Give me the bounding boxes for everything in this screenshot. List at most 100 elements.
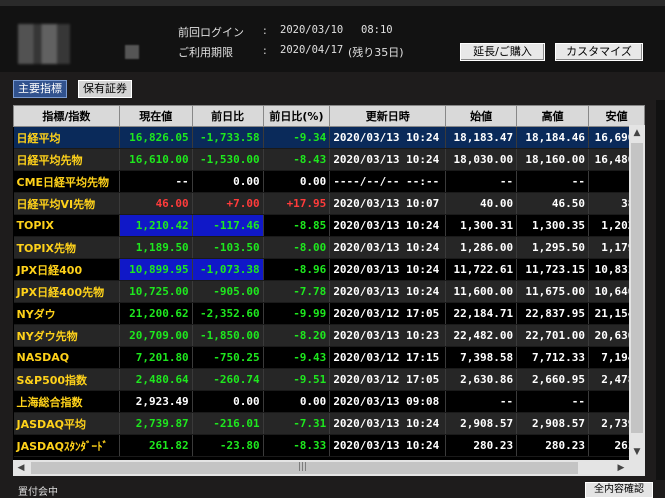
user-name-blurred xyxy=(125,45,139,59)
cell-change: -1,850.00 xyxy=(192,324,264,347)
table-row[interactable]: 日経平均先物 16,610.00 -1,530.00 -8.43 2020/03/13 … xyxy=(13,148,645,171)
cell-price: 10,899.95 xyxy=(119,258,193,281)
scroll-down-icon[interactable]: ▼ xyxy=(629,444,645,460)
scroll-grip-icon: ||| xyxy=(298,462,308,472)
table-row[interactable]: JPX日経400 10,899.95 -1,073.38 -8.96 2020/03/1… xyxy=(13,258,645,281)
scroll-up-icon[interactable]: ▲ xyxy=(629,125,645,141)
cell-price: 1,189.50 xyxy=(119,236,193,259)
expiry-label: ご利用期限 xyxy=(178,46,233,59)
cell-open: -- xyxy=(445,170,518,193)
cell-change-pct: -8.20 xyxy=(263,324,331,347)
column-header-price[interactable]: 現在値 xyxy=(118,105,193,127)
table-row[interactable]: JASDAQ平均 2,739.87 -216.01 -7.31 2020/03/13 1… xyxy=(13,412,645,435)
scroll-right-icon[interactable]: ▶ xyxy=(613,460,629,476)
remaining-days: (残り35日) xyxy=(348,46,404,59)
cell-updated: 2020/03/13 10:23 xyxy=(329,324,447,347)
cell-high: 18,184.46 xyxy=(516,126,589,149)
cell-updated: 2020/03/12 17:15 xyxy=(329,346,447,369)
cell-open: 22,482.00 xyxy=(445,324,518,347)
cell-price: 7,201.80 xyxy=(119,346,193,369)
cell-open: 18,030.00 xyxy=(445,148,518,171)
table-row[interactable]: CME日経平均先物 -- 0.00 0.00 ----/--/-- --:-- -- -- xyxy=(13,170,645,193)
cell-change: -216.01 xyxy=(192,412,264,435)
cell-index-name: TOPIX xyxy=(13,214,120,237)
table-row[interactable]: 日経平均VI先物 46.00 +7.00 +17.95 2020/03/13 10:07… xyxy=(13,192,645,215)
cell-change-pct: -8.96 xyxy=(263,258,331,281)
cell-change-pct: -8.33 xyxy=(263,434,331,457)
tab-major-indices[interactable]: 主要指標 xyxy=(13,80,67,98)
cell-change: -117.46 xyxy=(192,214,264,237)
cell-updated: 2020/03/12 17:05 xyxy=(329,302,447,325)
cell-high: 1,295.50 xyxy=(516,236,589,259)
cell-price: 16,826.05 xyxy=(119,126,193,149)
cell-change-pct: -8.43 xyxy=(263,148,331,171)
cell-price: 16,610.00 xyxy=(119,148,193,171)
cell-updated: 2020/03/13 10:24 xyxy=(329,434,447,457)
customize-button[interactable]: カスタマイズ xyxy=(555,43,643,61)
cell-updated: 2020/03/13 10:24 xyxy=(329,412,447,435)
horizontal-scrollbar[interactable]: ◀ ||| ▶ xyxy=(13,460,645,476)
cell-price: 21,200.62 xyxy=(119,302,193,325)
cell-open: 18,183.47 xyxy=(445,126,518,149)
indices-table-container: 指標/指数 現在値 前日比 前日比(%) 更新日時 始値 高値 安値 日経平均 1… xyxy=(13,105,645,460)
indices-table: 指標/指数 現在値 前日比 前日比(%) 更新日時 始値 高値 安値 日経平均 1… xyxy=(13,105,645,457)
scroll-left-icon[interactable]: ◀ xyxy=(13,460,29,476)
column-header-change-pct[interactable]: 前日比(%) xyxy=(262,105,331,127)
cell-change-pct: -7.31 xyxy=(263,412,331,435)
table-row[interactable]: NYダウ 21,200.62 -2,352.60 -9.99 2020/03/12 17… xyxy=(13,302,645,325)
cell-price: 2,480.64 xyxy=(119,368,193,391)
extend-purchase-button[interactable]: 延長/ご購入 xyxy=(460,43,545,61)
cell-open: -- xyxy=(445,390,518,413)
cell-updated: 2020/03/12 17:05 xyxy=(329,368,447,391)
vertical-scrollbar[interactable]: ▲ ▼ xyxy=(629,125,645,460)
cell-price: 261.82 xyxy=(119,434,193,457)
cell-high: 2,908.57 xyxy=(516,412,589,435)
cell-updated: ----/--/-- --:-- xyxy=(329,170,447,193)
table-row[interactable]: NYダウ先物 20,709.00 -1,850.00 -8.20 2020/03/13 … xyxy=(13,324,645,347)
cell-change-pct: -8.00 xyxy=(263,236,331,259)
table-row[interactable]: NASDAQ 7,201.80 -750.25 -9.43 2020/03/12 17:… xyxy=(13,346,645,369)
cell-change-pct: 0.00 xyxy=(263,170,331,193)
column-header-high[interactable]: 高値 xyxy=(516,105,589,127)
column-header-updated[interactable]: 更新日時 xyxy=(329,105,447,127)
table-row[interactable]: JPX日経400先物 10,725.00 -905.00 -7.78 2020/03/1… xyxy=(13,280,645,303)
cell-change: -23.80 xyxy=(192,434,264,457)
last-login-colon: : xyxy=(263,24,267,37)
table-row[interactable]: TOPIX先物 1,189.50 -103.50 -8.00 2020/03/13 10… xyxy=(13,236,645,259)
vertical-scroll-thumb[interactable] xyxy=(631,143,643,433)
table-row[interactable]: TOPIX 1,210.42 -117.46 -8.85 2020/03/13 10:2… xyxy=(13,214,645,237)
table-row[interactable]: 上海総合指数 2,923.49 0.00 0.00 2020/03/13 09:08 --… xyxy=(13,390,645,413)
cell-price: 10,725.00 xyxy=(119,280,193,303)
cell-change: -905.00 xyxy=(192,280,264,303)
column-header-low[interactable]: 安値 xyxy=(588,105,645,127)
cell-open: 1,300.31 xyxy=(445,214,518,237)
cell-high: 2,660.95 xyxy=(516,368,589,391)
table-row[interactable]: 日経平均 16,826.05 -1,733.58 -9.34 2020/03/13 10… xyxy=(13,126,645,149)
table-row[interactable]: JASDAQｽﾀﾝﾀﾞｰﾄﾞ 261.82 -23.80 -8.33 2020/03/1… xyxy=(13,434,645,457)
expiry-info: ご利用期限 : 2020/04/17 (残り35日) xyxy=(178,44,438,59)
user-avatar-blurred xyxy=(18,24,70,64)
cell-high: 280.23 xyxy=(516,434,589,457)
column-header-name[interactable]: 指標/指数 xyxy=(13,105,120,127)
cell-high: 22,701.00 xyxy=(516,324,589,347)
cell-change-pct: -8.85 xyxy=(263,214,331,237)
cell-updated: 2020/03/13 10:24 xyxy=(329,126,447,149)
column-header-change[interactable]: 前日比 xyxy=(191,105,264,127)
column-header-open[interactable]: 始値 xyxy=(445,105,518,127)
cell-open: 11,600.00 xyxy=(445,280,518,303)
tab-holdings[interactable]: 保有証券 xyxy=(78,80,132,98)
table-header-row: 指標/指数 現在値 前日比 前日比(%) 更新日時 始値 高値 安値 xyxy=(13,105,645,127)
cell-change-pct: -9.43 xyxy=(263,346,331,369)
table-row[interactable]: S&P500指数 2,480.64 -260.74 -9.51 2020/03/12 1… xyxy=(13,368,645,391)
cell-open: 1,286.00 xyxy=(445,236,518,259)
window-right-edge xyxy=(656,100,665,480)
cell-change: +7.00 xyxy=(192,192,264,215)
cell-index-name: 上海総合指数 xyxy=(13,390,120,413)
cell-open: 11,722.61 xyxy=(445,258,518,281)
cell-change: -750.25 xyxy=(192,346,264,369)
account-header: 前回ログイン : 2020/03/10 08:10 ご利用期限 : 2020/0… xyxy=(0,6,665,72)
cell-updated: 2020/03/13 10:24 xyxy=(329,148,447,171)
footer-confirm-button[interactable]: 全内容確認 xyxy=(585,482,653,498)
cell-open: 7,398.58 xyxy=(445,346,518,369)
table-body: 日経平均 16,826.05 -1,733.58 -9.34 2020/03/13 10… xyxy=(13,126,645,457)
